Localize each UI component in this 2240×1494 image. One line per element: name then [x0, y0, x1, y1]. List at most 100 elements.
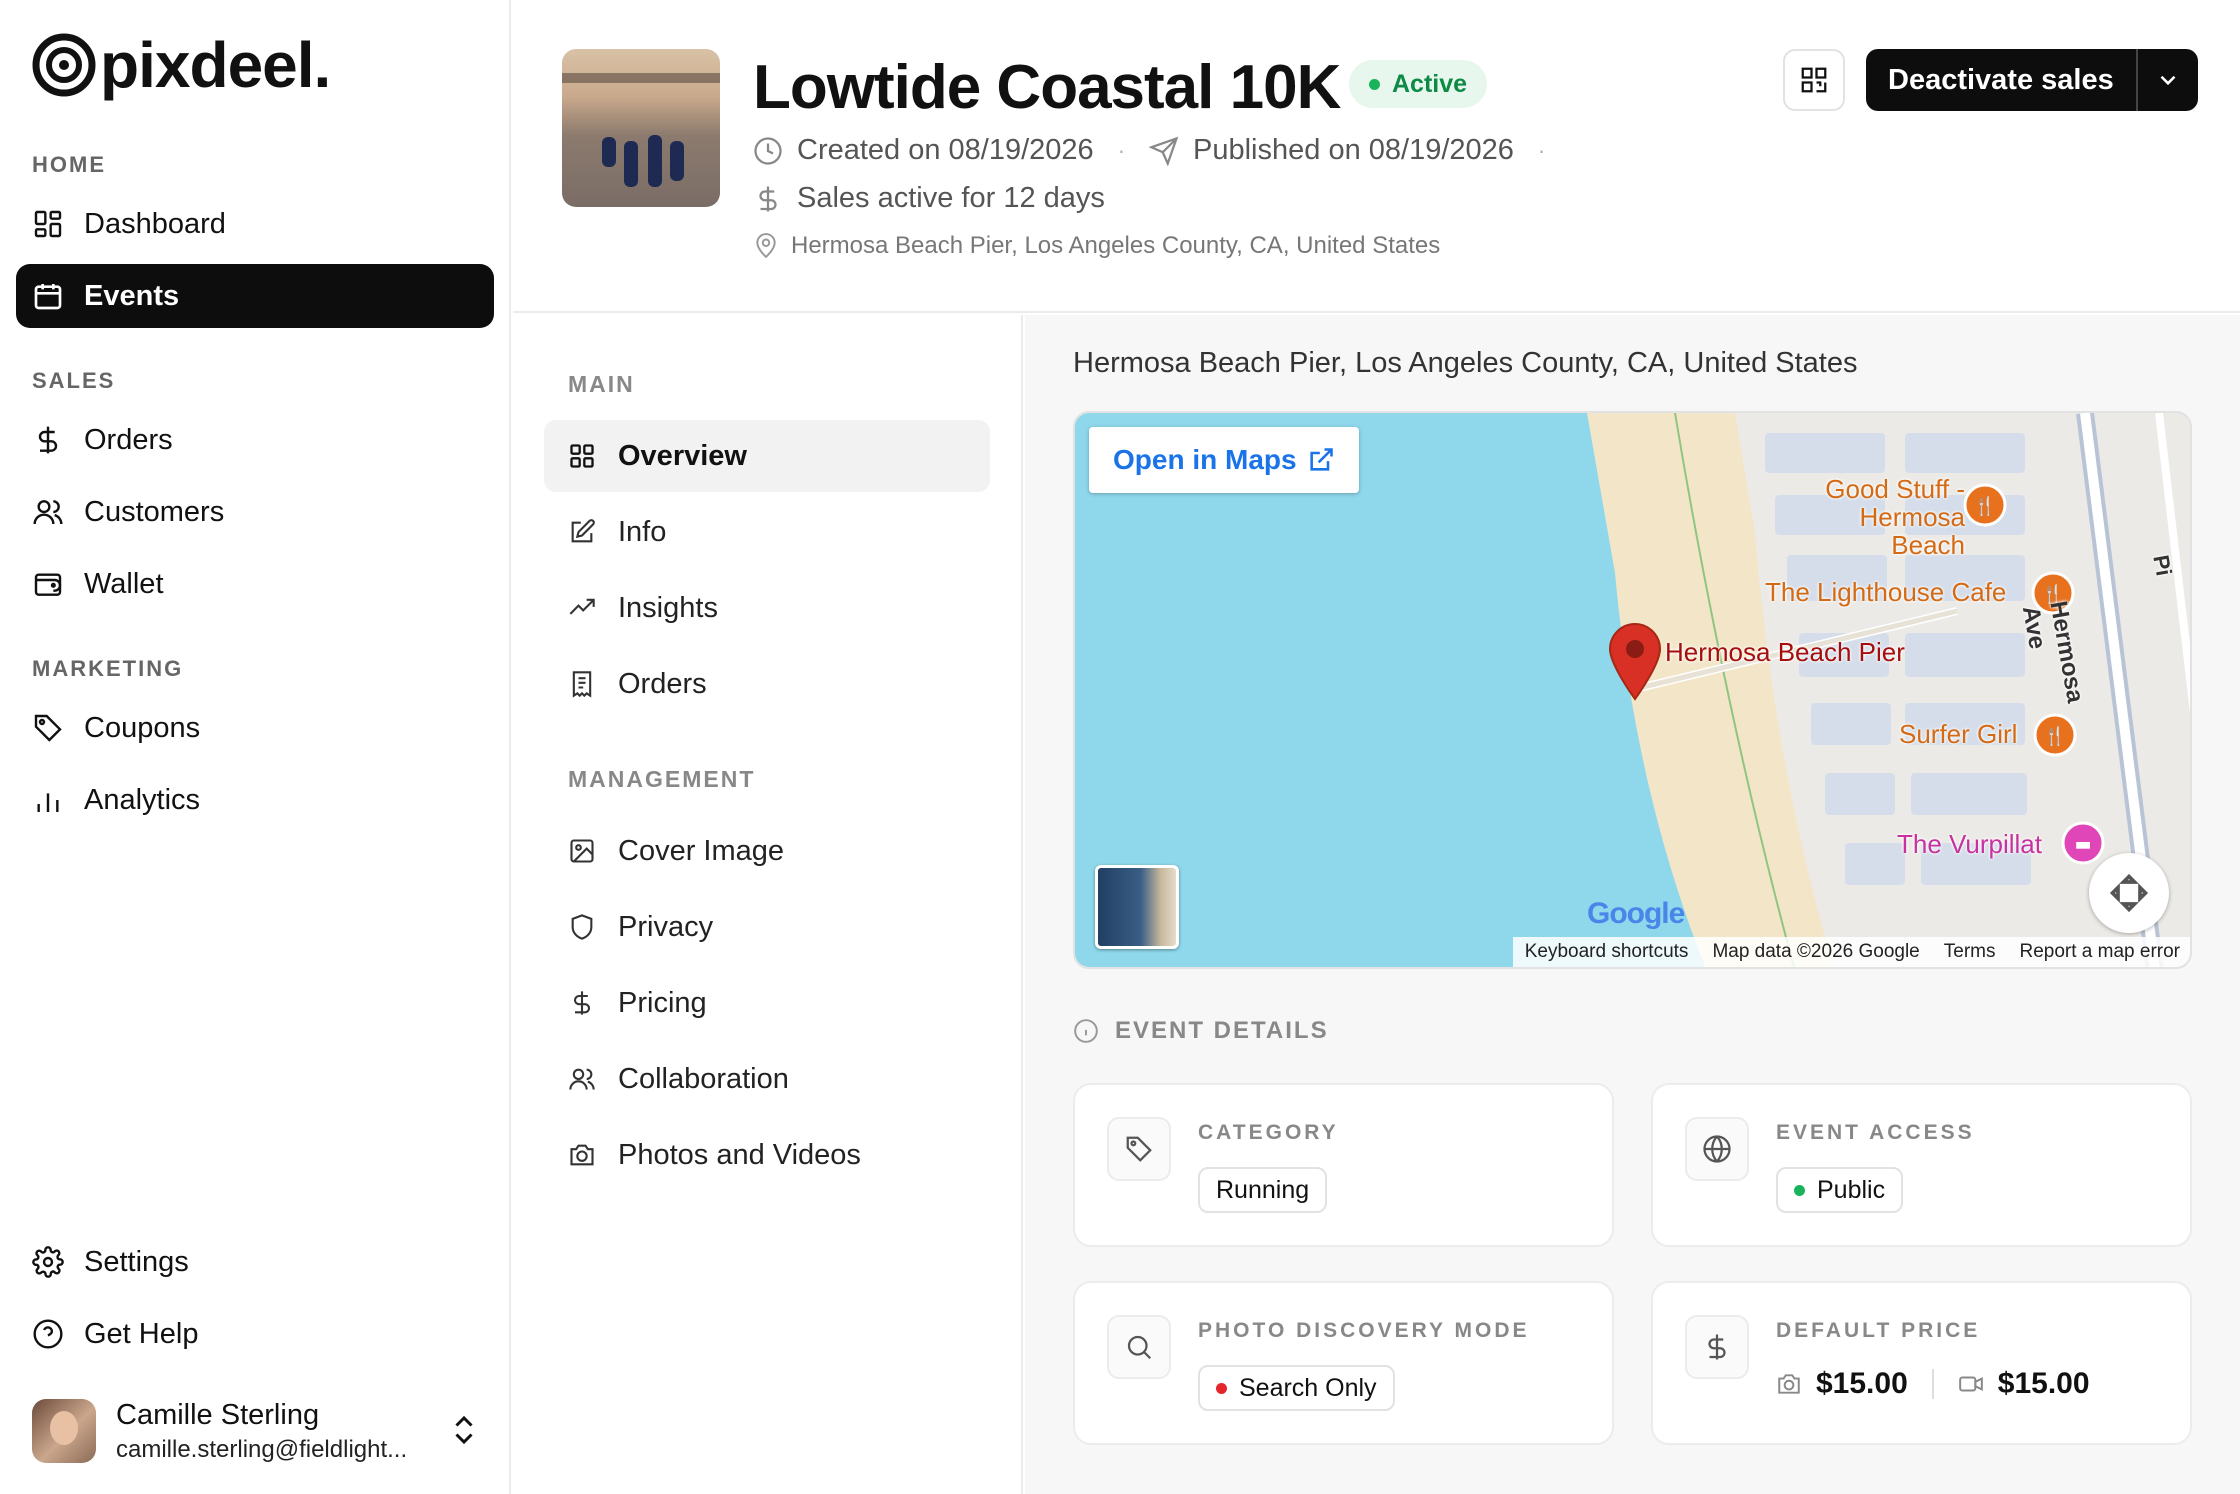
map-place-surfer-girl[interactable]: Surfer Girl [1899, 719, 2017, 750]
user-email: camille.sterling@fieldlight... [116, 1435, 408, 1463]
subnav-item-photos-videos[interactable]: Photos and Videos [544, 1119, 990, 1191]
event-access-card: EVENT ACCESS Public [1651, 1083, 2192, 1247]
map-place-vurpillat[interactable]: The Vurpillat [1897, 829, 2042, 860]
globe-icon [1703, 1135, 1731, 1163]
sidebar-item-label: Analytics [84, 783, 201, 816]
svg-text:▬: ▬ [2074, 834, 2091, 855]
users-icon [569, 1068, 595, 1090]
sales-active-text: Sales active for 12 days [797, 182, 1105, 214]
sidebar-item-analytics[interactable]: Analytics [16, 768, 494, 832]
fullscreen-button[interactable] [2089, 853, 2169, 933]
category-chip: Running [1198, 1167, 1328, 1213]
sidebar-item-label: Events [84, 279, 180, 312]
status-dot [1216, 1382, 1227, 1394]
subnav-item-label: Privacy [618, 910, 714, 943]
status-label: Active [1392, 69, 1468, 98]
category-icon-box [1107, 1117, 1171, 1181]
sidebar-item-dashboard[interactable]: Dashboard [16, 192, 494, 256]
dashboard-icon [34, 210, 62, 238]
event-cover-image [562, 49, 720, 207]
subnav-item-privacy[interactable]: Privacy [544, 891, 990, 963]
keyboard-shortcuts-link[interactable]: Keyboard shortcuts [1525, 941, 1689, 963]
status-badge: Active [1349, 60, 1488, 108]
sidebar-item-coupons[interactable]: Coupons [16, 696, 494, 760]
subnav-item-label: Insights [618, 591, 718, 624]
map-pin-icon [756, 233, 776, 259]
brand-name: pixdeel. [100, 29, 331, 101]
price-values: $15.00 $15.00 [1776, 1367, 2090, 1401]
report-map-error-link[interactable]: Report a map error [2019, 941, 2180, 963]
user-menu[interactable]: Camille Sterling camille.sterling@fieldl… [32, 1396, 482, 1466]
svg-text:🍴: 🍴 [1974, 495, 1996, 517]
category-label: CATEGORY [1198, 1121, 1339, 1144]
google-logo: Google [1587, 897, 1685, 930]
meta-separator: · [1117, 137, 1126, 163]
photo-discovery-value: Search Only [1239, 1373, 1377, 1402]
subnav-item-pricing[interactable]: Pricing [544, 967, 990, 1039]
sidebar-item-wallet[interactable]: Wallet [16, 552, 494, 616]
map-place-line: Hermosa Beach [1859, 502, 1965, 560]
subnav-item-insights[interactable]: Insights [544, 572, 990, 644]
status-dot [1369, 78, 1380, 90]
map-canvas[interactable]: 🍴🍴🍴▬ [1075, 413, 2192, 969]
sidebar-item-customers[interactable]: Customers [16, 480, 494, 544]
subnav-item-orders[interactable]: Orders [544, 648, 990, 720]
subnav-item-cover-image[interactable]: Cover Image [544, 815, 990, 887]
event-access-chip: Public [1776, 1167, 1904, 1213]
image-icon [570, 839, 594, 863]
map-caption: Hermosa Beach Pier, Los Angeles County, … [1073, 347, 1858, 379]
qr-code-button[interactable] [1783, 49, 1845, 111]
sidebar-item-label: Settings [84, 1245, 189, 1278]
map-place-good-stuff[interactable]: Good Stuff - Hermosa Beach [1805, 475, 1965, 559]
deactivate-sales-button[interactable]: Deactivate sales [1866, 49, 2136, 111]
camera-icon [1778, 1374, 1800, 1394]
price-divider [1931, 1369, 1934, 1399]
users-icon [33, 500, 63, 525]
user-name: Camille Sterling [116, 1398, 320, 1431]
receipt-icon [572, 671, 592, 698]
deactivate-sales-dropdown[interactable] [2135, 49, 2198, 111]
map-place-lighthouse[interactable]: The Lighthouse Cafe [1765, 577, 2006, 608]
search-icon [1127, 1335, 1152, 1360]
event-subnav: MAIN Overview Info Insights Orders MANAG… [513, 315, 1023, 1494]
pixdeel-logo-icon [32, 33, 96, 97]
svg-text:🍴: 🍴 [2044, 725, 2066, 747]
subnav-item-overview[interactable]: Overview [544, 420, 990, 492]
sidebar-item-settings[interactable]: Settings [16, 1230, 494, 1294]
dollar-icon [1708, 1334, 1726, 1360]
sidebar-item-help[interactable]: Get Help [16, 1302, 494, 1366]
event-details-heading: EVENT DETAILS [1073, 1017, 1329, 1045]
event-details-title: EVENT DETAILS [1115, 1017, 1329, 1044]
subnav-item-collaboration[interactable]: Collaboration [544, 1043, 990, 1115]
meta-separator: · [1537, 137, 1546, 163]
photo-discovery-card: PHOTO DISCOVERY MODE Search Only [1073, 1281, 1614, 1445]
location-meta: Hermosa Beach Pier, Los Angeles County, … [753, 232, 1440, 260]
sidebar-item-orders[interactable]: Orders [16, 408, 494, 472]
sidebar-item-label: Customers [84, 495, 225, 528]
sidebar-item-events[interactable]: Events [16, 264, 494, 328]
event-access-value: Public [1817, 1175, 1886, 1204]
photo-discovery-chip: Search Only [1198, 1365, 1395, 1411]
map-place-line: Good Stuff - [1825, 474, 1965, 504]
shield-icon [571, 914, 593, 940]
sidebar-item-label: Wallet [84, 567, 164, 600]
brand-logo[interactable]: pixdeel. [32, 29, 331, 101]
wallet-icon [34, 573, 62, 596]
satellite-toggle[interactable] [1095, 865, 1179, 949]
map-data-text: Map data ©2026 Google [1712, 941, 1920, 962]
map-place-pier[interactable]: Hermosa Beach Pier [1665, 637, 1905, 668]
calendar-icon [34, 284, 62, 310]
subnav-item-info[interactable]: Info [544, 496, 990, 568]
overview-content: Hermosa Beach Pier, Los Angeles County, … [1025, 315, 2240, 1494]
open-in-maps-label: Open in Maps [1113, 444, 1297, 475]
sidebar-section-sales: SALES [32, 368, 116, 393]
open-in-maps-button[interactable]: Open in Maps [1089, 427, 1359, 493]
location-map[interactable]: 🍴 🍴 🍴 ▬ Good Stuff - Hermosa Beach The Ligh… [1073, 411, 2192, 969]
info-icon [1074, 1019, 1098, 1043]
qr-code-icon [1801, 67, 1827, 93]
chevron-up-down-icon [455, 1415, 473, 1445]
help-circle-icon [33, 1319, 63, 1349]
tag-icon [1126, 1136, 1152, 1162]
terms-link[interactable]: Terms [1944, 941, 1996, 963]
external-link-icon [1309, 448, 1333, 471]
